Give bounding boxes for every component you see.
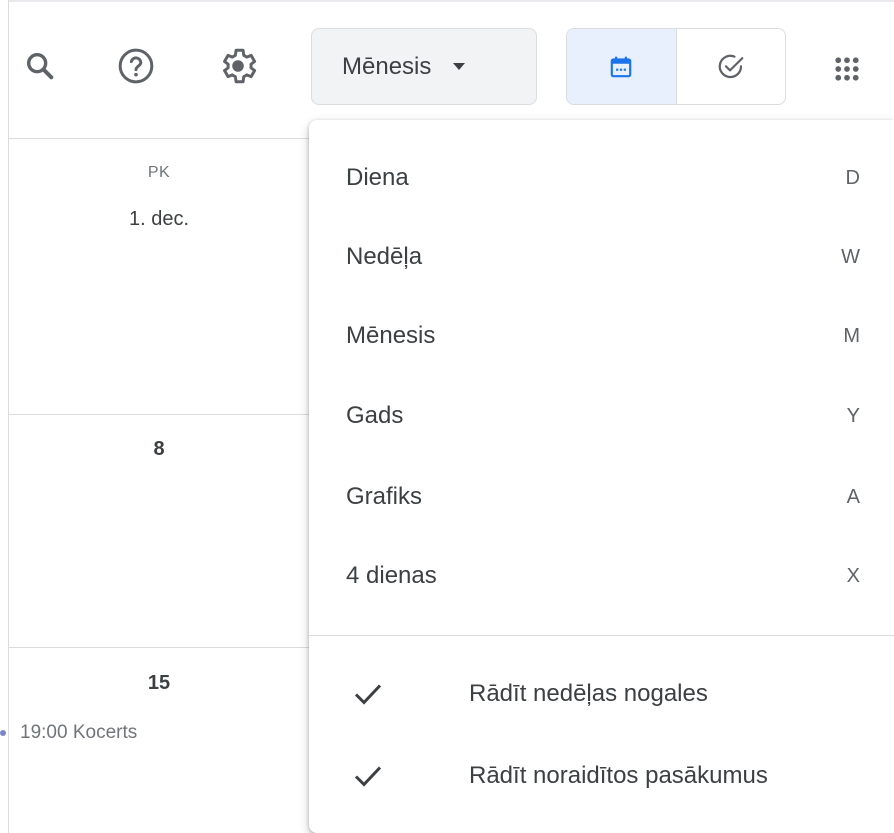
menu-option-show-weekends[interactable]: Rādīt nedēļas nogales [309, 658, 894, 730]
menu-item-day[interactable]: Diena D [309, 138, 894, 218]
day-date-label: 1. dec. [128, 208, 190, 230]
day-number: 8 [153, 438, 165, 460]
calendar-icon [610, 56, 632, 77]
menu-item-label: Diena [346, 164, 409, 191]
gear-icon [223, 48, 257, 84]
search-icon [26, 52, 54, 80]
chevron-down-icon [453, 63, 466, 70]
view-dropdown-menu: Diena D Nedēļa W Mēnesis M Gads Y Grafik… [309, 120, 894, 833]
menu-item-label: Grafiks [346, 483, 423, 510]
menu-item-label: Nedēļa [346, 243, 423, 270]
view-select-button[interactable]: Mēnesis [311, 28, 537, 105]
event-color-dot [0, 729, 6, 736]
settings-button[interactable] [214, 42, 262, 90]
day-number: 15 [147, 672, 171, 694]
help-icon [118, 48, 154, 84]
search-button[interactable] [16, 42, 64, 90]
week-divider [9, 414, 309, 415]
header-divider [9, 138, 309, 139]
menu-item-shortcut: X [846, 564, 860, 587]
menu-item-shortcut: A [846, 485, 860, 508]
menu-item-label: Mēnesis [346, 322, 436, 349]
apps-button[interactable] [820, 42, 874, 96]
menu-item-week[interactable]: Nedēļa W [309, 217, 894, 297]
event-chip[interactable]: 19:00 Kocerts [0, 722, 137, 744]
menu-item-month[interactable]: Mēnesis M [309, 296, 894, 376]
help-button[interactable] [112, 42, 160, 90]
day-cell-8[interactable]: 8 [9, 438, 309, 461]
calendar-toggle-button[interactable] [567, 29, 677, 104]
check-icon [354, 766, 382, 787]
task-check-icon [718, 54, 744, 78]
top-border [0, 0, 894, 2]
left-border [0, 0, 9, 833]
day-cell-1[interactable]: 1. dec. [9, 208, 309, 231]
check-icon [354, 684, 382, 705]
menu-item-shortcut: M [843, 324, 860, 347]
menu-item-4-days[interactable]: 4 dienas X [309, 536, 894, 616]
calendar-tasks-toggle [566, 28, 786, 105]
menu-item-schedule[interactable]: Grafiks A [309, 457, 894, 537]
menu-option-label: Rādīt noraidītos pasākumus [469, 762, 768, 789]
week-divider [9, 647, 309, 648]
menu-item-label: Gads [346, 402, 404, 429]
menu-item-year[interactable]: Gads Y [309, 376, 894, 456]
day-column-header: PK [9, 164, 309, 182]
menu-item-shortcut: D [845, 166, 860, 189]
menu-option-label: Rādīt nedēļas nogales [469, 680, 708, 707]
menu-item-label: 4 dienas [346, 562, 437, 589]
menu-option-show-declined-events[interactable]: Rādīt noraidītos pasākumus [309, 740, 894, 812]
day-cell-15[interactable]: 15 [9, 672, 309, 695]
menu-item-shortcut: W [841, 245, 860, 268]
day-of-week-label: PK [147, 164, 171, 181]
view-select-label: Mēnesis [342, 52, 432, 80]
tasks-toggle-button[interactable] [677, 29, 786, 104]
menu-item-shortcut: Y [846, 404, 860, 427]
apps-grid-icon [835, 57, 859, 81]
event-label: 19:00 Kocerts [20, 722, 138, 743]
menu-divider [309, 635, 894, 636]
